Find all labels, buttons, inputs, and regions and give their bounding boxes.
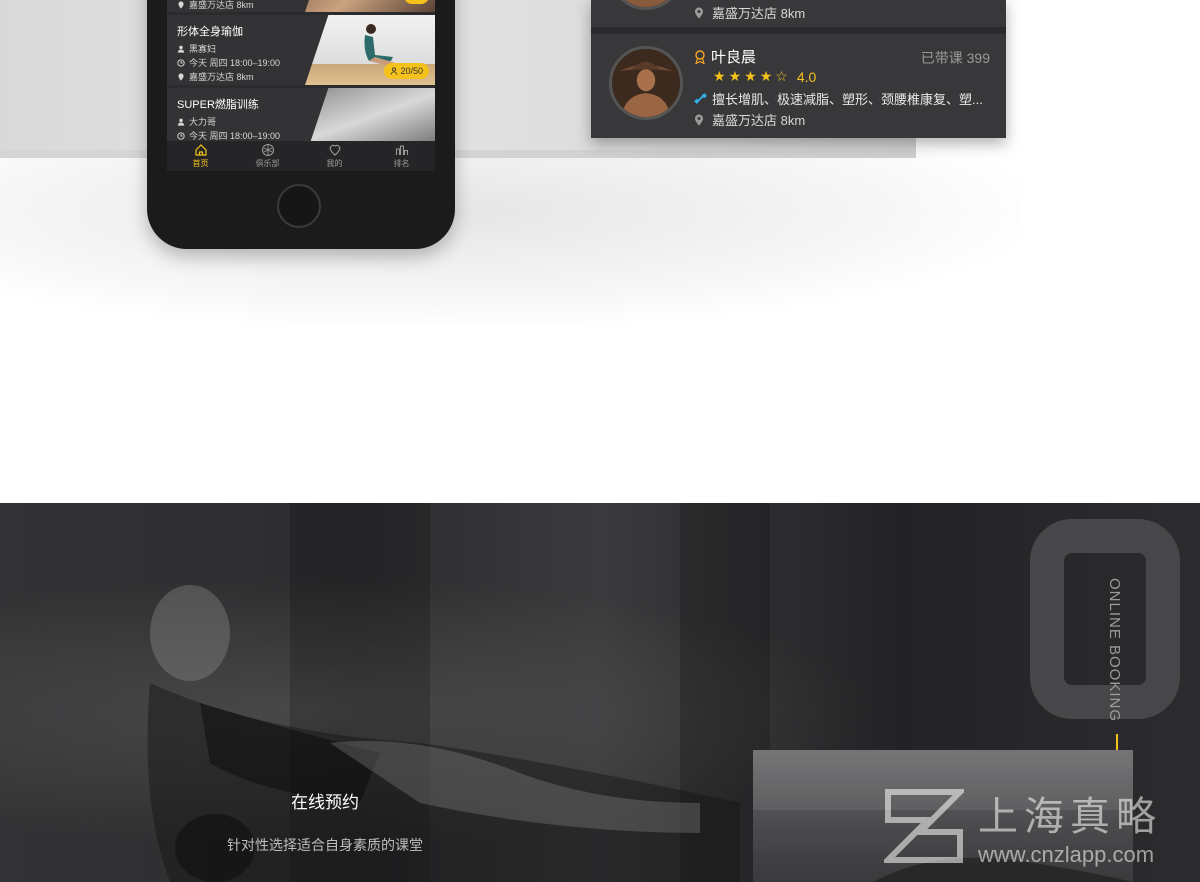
star-icon: ★ (728, 68, 742, 84)
watermark-brand: 上海真略 (978, 794, 1162, 840)
course-title: SUPER燃脂训练 (177, 99, 259, 111)
coach-class-count: 已带课 399 (920, 50, 990, 66)
coach-location: 嘉盛万达店 8km (694, 3, 805, 22)
capacity-badge: 20/50 (384, 63, 429, 79)
course-location: 嘉盛万达店 8km (177, 70, 254, 83)
ranking-icon (395, 145, 408, 155)
section-subtitle: 针对性选择适合自身素质的课堂 (227, 837, 423, 853)
location-pin-icon (178, 0, 184, 9)
course-location: 嘉盛万达店 8km (177, 0, 254, 11)
location-pin-icon (695, 114, 703, 125)
user-icon (328, 144, 341, 156)
top-showcase: 嘉盛万达店 8km 形体全身瑜伽 黑寡妇 今天 周四 18:00–19:00 嘉… (0, 0, 1200, 503)
tab-club[interactable]: 俱乐部 (234, 141, 301, 171)
home-icon (194, 144, 207, 156)
decorative-letter-o (1030, 519, 1180, 719)
star-icon: ★ (744, 68, 757, 84)
tab-mine[interactable]: 我的 (301, 141, 368, 171)
coach-avatar (609, 46, 683, 120)
star-outline-icon: ☆ (775, 68, 788, 84)
course-time: 今天 周四 18:00–19:00 (177, 56, 280, 69)
coach-name: 叶良晨 (694, 46, 756, 67)
dumbbell-icon (694, 93, 707, 104)
online-booking-section: ONLINE BOOKING 在线预约 针对性选择适合自身素质的课堂 上海真略 … (0, 503, 1200, 882)
star-icon: ★ (759, 68, 773, 84)
card-divider (591, 27, 1006, 34)
location-pin-icon (178, 72, 184, 81)
person-icon (177, 45, 185, 53)
club-icon (261, 143, 274, 157)
woman-exercise-silhouette (147, 585, 740, 882)
course-title: 形体全身瑜伽 (177, 26, 243, 38)
watermark-logo (884, 789, 964, 863)
phone-screen: 嘉盛万达店 8km 形体全身瑜伽 黑寡妇 今天 周四 18:00–19:00 嘉… (167, 0, 435, 171)
coach-skills: 擅长增肌、极速减脂、塑形、颈腰椎康复、塑... (694, 89, 999, 108)
coach-avatar (609, 0, 683, 10)
course-card[interactable]: 形体全身瑜伽 黑寡妇 今天 周四 18:00–19:00 嘉盛万达店 8km 2… (167, 15, 435, 85)
phone-home-button (277, 184, 321, 228)
coach-item[interactable]: 嘉盛万达店 8km (591, 0, 1006, 28)
phone-mockup: 嘉盛万达店 8km 形体全身瑜伽 黑寡妇 今天 周四 18:00–19:00 嘉… (147, 0, 455, 249)
coach-item[interactable]: 叶良晨 已带课 399 ★ ★ ★ ★ ☆ 4.0 擅长增肌、极速减脂、塑形、颈… (591, 34, 1006, 138)
coach-location: 嘉盛万达店 8km (694, 110, 805, 129)
person-outline-icon (391, 67, 398, 75)
course-instructor: 黑寡妇 (177, 42, 216, 55)
rating-value: 4.0 (796, 68, 817, 85)
coach-rating: ★ ★ ★ ★ ☆ 4.0 (713, 68, 816, 85)
section-title: 在线预约 (291, 793, 359, 812)
watermark: 上海真略 www.cnzlapp.com (884, 784, 1162, 868)
star-icon: ★ (713, 68, 726, 84)
watermark-url: www.cnzlapp.com (978, 842, 1155, 867)
course-instructor: 大力哥 (177, 115, 216, 128)
medal-icon (695, 49, 705, 64)
clock-icon (177, 131, 185, 140)
tab-bar: 首页 俱乐部 我的 排名 (167, 141, 435, 171)
course-card[interactable]: 嘉盛万达店 8km (167, 0, 435, 12)
location-pin-icon (695, 7, 703, 18)
tab-ranking[interactable]: 排名 (368, 141, 435, 171)
coach-card: 嘉盛万达店 8km 叶良晨 已带课 399 ★ ★ ★ ★ ☆ 4.0 擅长增肌… (591, 0, 1006, 138)
clock-icon (177, 58, 185, 67)
tab-home[interactable]: 首页 (167, 141, 234, 171)
person-icon (177, 118, 185, 126)
online-booking-label: ONLINE BOOKING (1106, 578, 1123, 723)
